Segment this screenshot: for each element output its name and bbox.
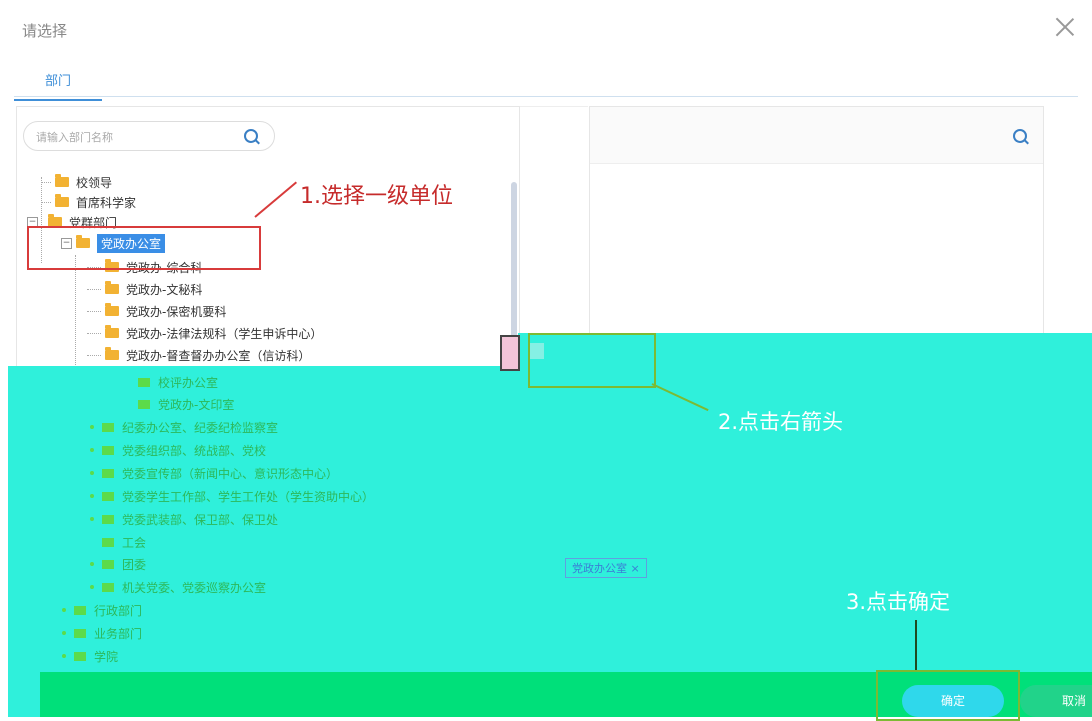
tree-item-label: 校评办公室 bbox=[158, 375, 219, 390]
folder-icon bbox=[102, 582, 114, 592]
tab-department[interactable]: 部门 bbox=[14, 70, 102, 101]
folder-icon bbox=[105, 281, 119, 294]
folder-icon bbox=[138, 399, 150, 409]
folder-icon bbox=[105, 347, 119, 360]
tree-item-faded: 党委武装部、保卫部、保卫处 bbox=[90, 510, 278, 528]
tree-item-child[interactable]: 党政办-文秘科 bbox=[87, 279, 202, 299]
tree-item-label: 党政办-文秘科 bbox=[126, 282, 203, 297]
tree-item-label: 党委武装部、保卫部、保卫处 bbox=[122, 512, 279, 527]
tree-item-faded: 党委宣传部（新闻中心、意识形态中心） bbox=[90, 464, 338, 482]
search-icon[interactable] bbox=[244, 129, 258, 143]
expand-dot-icon bbox=[90, 425, 94, 429]
arrow-button-fragment[interactable] bbox=[500, 335, 520, 371]
tree-item-faded: 行政部门 bbox=[62, 601, 142, 619]
folder-icon bbox=[102, 537, 114, 547]
close-icon[interactable] bbox=[1052, 14, 1078, 40]
folder-icon bbox=[74, 651, 86, 661]
folder-icon bbox=[102, 514, 114, 524]
confirm-button[interactable]: 确定 bbox=[902, 685, 1004, 717]
tree-item-label: 党政办-督查督办办公室（信访科） bbox=[126, 348, 311, 363]
selected-department-chip[interactable]: 党政办公室 × bbox=[565, 558, 647, 578]
tab-bar: 部门 bbox=[14, 62, 1078, 101]
search-placeholder: 请输入部门名称 bbox=[36, 131, 113, 144]
expand-dot-icon bbox=[90, 471, 94, 475]
tree-item-label: 团委 bbox=[122, 557, 147, 572]
tree-item-label: 党委组织部、统战部、党校 bbox=[122, 443, 267, 458]
folder-icon bbox=[102, 468, 114, 478]
expand-dot-icon bbox=[90, 494, 94, 498]
tree-item-child[interactable]: 党政办-督查督办办公室（信访科） bbox=[87, 345, 310, 365]
tree-item-faded: 党政办-文印室 bbox=[138, 395, 234, 413]
tree-item-faded: 校评办公室 bbox=[138, 373, 218, 391]
tree-item-label: 党政办-保密机要科 bbox=[126, 304, 227, 319]
expand-dot-icon bbox=[62, 608, 66, 612]
annotation-step1: 1.选择一级单位 bbox=[300, 184, 453, 209]
folder-icon bbox=[105, 303, 119, 316]
tree-scrollbar[interactable] bbox=[511, 182, 517, 352]
expand-dot-icon bbox=[62, 631, 66, 635]
annotation-step3: 3.点击确定 bbox=[846, 590, 951, 614]
overlay-cyan bbox=[8, 672, 42, 717]
tree-item-label: 行政部门 bbox=[94, 603, 143, 618]
folder-icon bbox=[55, 194, 69, 207]
tree-item-child[interactable]: 党政办-保密机要科 bbox=[87, 301, 226, 321]
folder-icon bbox=[74, 605, 86, 615]
tree-item-label: 首席科学家 bbox=[76, 195, 137, 210]
cancel-button[interactable]: 取消 bbox=[1020, 685, 1092, 717]
tree-item-label: 业务部门 bbox=[94, 626, 143, 641]
tree-connector bbox=[75, 255, 76, 367]
tree-item-label: 党委宣传部（新闻中心、意识形态中心） bbox=[122, 466, 339, 481]
tree-item-label: 工会 bbox=[122, 535, 147, 550]
tree-item-faded: 机关党委、党委巡察办公室 bbox=[90, 578, 266, 596]
tree-item-faded: 学院 bbox=[62, 647, 118, 665]
folder-icon bbox=[102, 491, 114, 501]
department-search-input[interactable]: 请输入部门名称 bbox=[23, 121, 275, 151]
search-icon[interactable] bbox=[1013, 129, 1027, 143]
tree-item-label: 党政办-文印室 bbox=[158, 397, 235, 412]
annotation-highlight-box bbox=[528, 333, 656, 388]
expand-dot-icon bbox=[90, 585, 94, 589]
expand-dot-icon bbox=[90, 517, 94, 521]
folder-icon bbox=[102, 422, 114, 432]
folder-icon bbox=[102, 559, 114, 569]
tree-item-faded: 纪委办公室、纪委纪检监察室 bbox=[90, 418, 278, 436]
tree-item-label: 党政办-法律法规科（学生申诉中心） bbox=[126, 326, 323, 341]
selected-panel-header bbox=[590, 107, 1043, 164]
folder-icon bbox=[105, 325, 119, 338]
annotation-pointer-line bbox=[915, 620, 917, 672]
folder-icon bbox=[102, 445, 114, 455]
tree-item-label: 学院 bbox=[94, 649, 119, 664]
tree-item-faded: 党委学生工作部、学生工作处（学生资助中心） bbox=[90, 487, 374, 505]
folder-icon bbox=[138, 377, 150, 387]
expand-dot-icon bbox=[90, 448, 94, 452]
folder-icon bbox=[74, 628, 86, 638]
folder-icon bbox=[55, 174, 69, 187]
tree-item-chief-scientist[interactable]: 首席科学家 bbox=[41, 192, 136, 212]
tree-item-leaders[interactable]: 校领导 bbox=[41, 172, 112, 192]
tree-item-faded: 工会 bbox=[102, 533, 146, 551]
expand-dot-icon bbox=[62, 654, 66, 658]
annotation-step2: 2.点击右箭头 bbox=[718, 410, 844, 434]
dialog-title: 请选择 bbox=[22, 22, 68, 40]
tree-item-label: 校领导 bbox=[76, 175, 113, 190]
annotation-highlight-box bbox=[27, 226, 261, 270]
tree-item-label: 机关党委、党委巡察办公室 bbox=[122, 580, 267, 595]
tree-item-faded: 团委 bbox=[90, 555, 146, 573]
tree-item-child[interactable]: 党政办-法律法规科（学生申诉中心） bbox=[87, 323, 322, 343]
expand-dot-icon bbox=[90, 562, 94, 566]
selected-panel bbox=[589, 106, 1044, 333]
tree-item-label: 党委学生工作部、学生工作处（学生资助中心） bbox=[122, 489, 375, 504]
tree-item-faded: 业务部门 bbox=[62, 624, 142, 642]
tree-item-faded: 党委组织部、统战部、党校 bbox=[90, 441, 266, 459]
transfer-arrow-column bbox=[520, 106, 588, 333]
tree-item-label: 纪委办公室、纪委纪检监察室 bbox=[122, 420, 279, 435]
